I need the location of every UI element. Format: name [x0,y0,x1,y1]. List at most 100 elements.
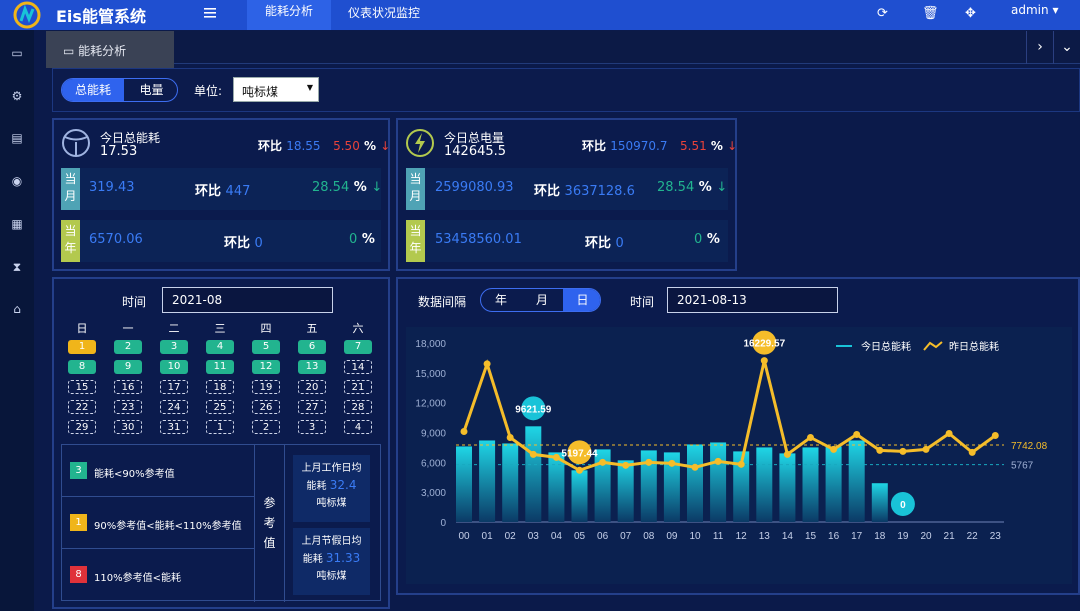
x-tick-label: 03 [528,531,540,542]
power-month-row: 当月 2599080.93 环比 3637128.6 28.54 % ↓ [406,168,728,210]
calendar-day[interactable]: 10 [160,360,188,374]
legend-low-text: 能耗<90%参考值 [94,469,175,480]
calendar-day[interactable]: 29 [68,420,96,434]
calendar-day[interactable]: 9 [114,360,142,374]
line-point-03 [529,450,537,458]
x-tick-label: 06 [597,531,609,542]
calendar-day[interactable]: 12 [252,360,280,374]
line-point-04 [552,453,560,461]
segment-day[interactable]: 日 [563,289,600,311]
segment-year[interactable]: 年 [481,289,521,311]
calendar-day[interactable]: 17 [160,380,188,394]
calendar-day[interactable]: 6 [298,340,326,354]
calendar-day[interactable]: 16 [114,380,142,394]
calendar-day[interactable]: 7 [344,340,372,354]
weekday-label: 二 [168,322,180,335]
ratio-pct: 5.51 [680,139,707,153]
line-point-10 [691,463,699,471]
ref-holiday-label: 能耗 [302,554,323,565]
tab-energy-analysis[interactable]: ▭ 能耗分析 [46,31,174,68]
document-icon[interactable]: ▤ [10,131,24,145]
line-point-02 [506,433,514,441]
menu-toggle-icon[interactable] [203,6,217,20]
trash-icon[interactable]: 🗑 [922,6,939,21]
calendar-day[interactable]: 30 [114,420,142,434]
ratio-label: 环比 [582,139,607,153]
calendar-day[interactable]: 14 [344,360,372,374]
reference-label-text: 参考值 [263,496,276,550]
calendar-day[interactable]: 19 [252,380,280,394]
calendar-icon[interactable]: ▦ [10,217,24,231]
down-arrow-icon: ↓ [727,139,738,153]
calendar-day[interactable]: 8 [68,360,96,374]
calendar-day[interactable]: 27 [298,400,326,414]
year-ratio: 环比 0 [585,232,624,251]
month-input[interactable]: 2021-08 [162,287,333,313]
calendar-day[interactable]: 28 [344,400,372,414]
calendar-day[interactable]: 2 [252,420,280,434]
app-title: Eis能管系统 [56,7,146,26]
monitor-icon[interactable]: ▭ [10,46,24,60]
marker-label: 9621.59 [515,404,552,415]
unit-select[interactable]: 吨标煤 ▼ [233,77,319,102]
fullscreen-icon[interactable]: ✥ [965,6,976,21]
chart-time-label: 时间 [630,295,655,309]
bar-04 [548,452,565,522]
x-tick-label: 14 [782,531,794,542]
toggle-electricity[interactable]: 电量 [124,79,177,101]
calendar-day[interactable]: 5 [252,340,280,354]
x-tick-label: 13 [759,531,771,542]
y-tick-label: 9,000 [421,429,446,440]
tab-label: 能耗分析 [78,44,127,58]
user-menu[interactable]: admin ▾ [1011,3,1058,17]
bar-05 [571,470,588,522]
calendar-day[interactable]: 18 [206,380,234,394]
calendar-day[interactable]: 13 [298,360,326,374]
calendar-day[interactable]: 31 [160,420,188,434]
home-icon[interactable]: ⌂ [10,302,24,316]
legend-high-count: 8 [70,566,87,583]
calendar-day[interactable]: 21 [344,380,372,394]
calendar-day[interactable]: 2 [114,340,142,354]
calendar-day[interactable]: 4 [206,340,234,354]
pct-sign: % [698,180,712,195]
sidebar: ▭ ⚙ ▤ ◉ ▦ ⧗ ⌂ [0,30,34,611]
toggle-total-energy[interactable]: 总能耗 [62,79,124,101]
ref-holiday-unit: 吨标煤 [316,571,347,582]
line-point-16 [830,445,838,453]
calendar-day[interactable]: 24 [160,400,188,414]
calendar-day[interactable]: 1 [206,420,234,434]
calendar-day[interactable]: 22 [68,400,96,414]
date-input[interactable]: 2021-08-13 [667,287,838,313]
month-ratio-label: 环比 [534,184,561,199]
ratio-value: 150970.7 [610,139,668,153]
nav-energy-analysis[interactable]: 能耗分析 [247,0,331,30]
refresh-icon[interactable]: ⟳ [877,6,888,21]
calendar-day[interactable]: 3 [298,420,326,434]
calendar-day[interactable]: 20 [298,380,326,394]
target-icon[interactable]: ◉ [10,174,24,188]
calendar-day[interactable]: 1 [68,340,96,354]
year-ratio: 环比 0 [224,232,263,251]
nav-meter-monitor[interactable]: 仪表状况监控 [348,4,420,21]
calendar-day[interactable]: 26 [252,400,280,414]
line-point-00 [460,428,468,436]
hourglass-icon[interactable]: ⧗ [10,260,24,274]
calendar-day[interactable]: 11 [206,360,234,374]
down-arrow-icon: ↓ [380,139,391,153]
calendar-day[interactable]: 23 [114,400,142,414]
calendar-day[interactable]: 15 [68,380,96,394]
line-point-12 [737,460,745,468]
calendar-day[interactable]: 25 [206,400,234,414]
tab-scroll-right-icon[interactable]: › [1026,31,1053,64]
bar-11 [710,442,727,522]
gears-icon[interactable]: ⚙ [10,89,24,103]
calendar-day[interactable]: 3 [160,340,188,354]
x-tick-label: 11 [713,531,724,542]
legend-low: 3 能耗<90%参考值 [62,445,254,497]
calendar-day[interactable]: 4 [344,420,372,434]
ref-holiday-line: 能耗 31.33 [293,550,370,568]
segment-month[interactable]: 月 [521,289,563,311]
tab-menu-chevron-icon[interactable]: ⌄ [1053,31,1080,64]
month-pct: 28.54 % ↓ [657,180,727,195]
